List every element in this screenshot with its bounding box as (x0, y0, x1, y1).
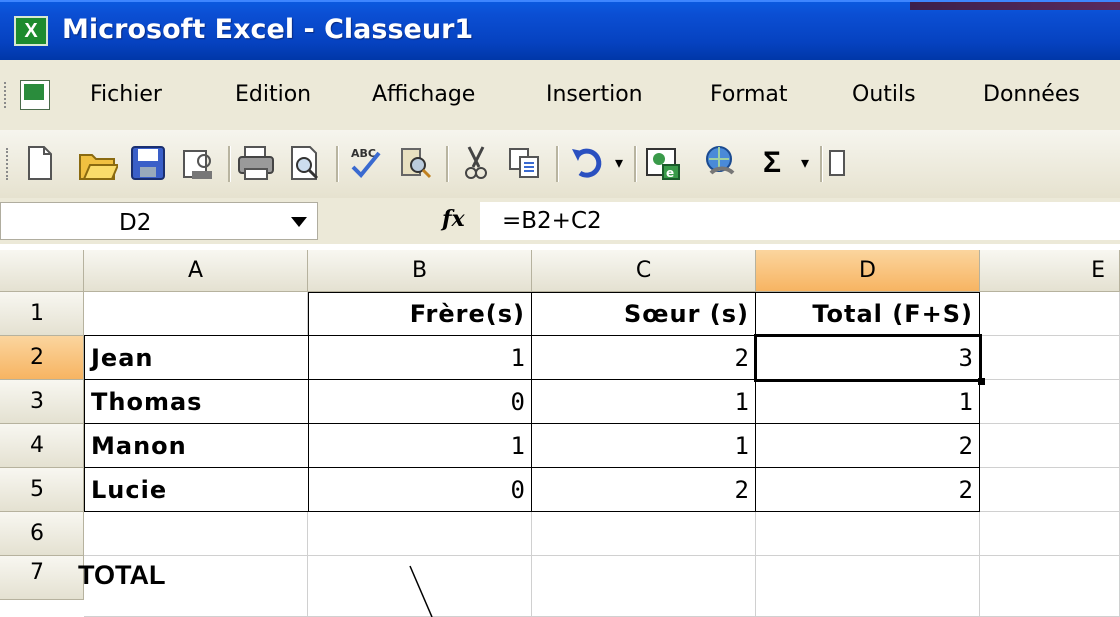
toolbar-separator (228, 146, 231, 182)
total-label: TOTAL (78, 560, 166, 590)
hyperlink-globe-icon[interactable] (700, 142, 740, 184)
row-header-5[interactable]: 5 (0, 468, 84, 512)
cell-a5[interactable]: Lucie (84, 467, 309, 512)
formula-text: =B2+C2 (502, 208, 602, 234)
row-header-2[interactable]: 2 (0, 336, 84, 380)
undo-dropdown[interactable]: ▾ (610, 142, 628, 184)
name-box-value: D2 (119, 210, 152, 236)
cell-a1[interactable] (84, 292, 308, 336)
toolbar-separator (634, 146, 637, 182)
cell-e3[interactable] (980, 380, 1120, 424)
permission-icon[interactable] (178, 142, 218, 184)
select-all-corner[interactable] (0, 250, 84, 292)
title-bar-corner (910, 2, 1120, 10)
row-header-7[interactable]: 7 (0, 556, 84, 600)
autosum-icon[interactable]: Σ (752, 142, 792, 184)
menu-bar: Fichier Edition Affichage Insertion Form… (0, 60, 1120, 130)
column-header-a[interactable]: A (84, 250, 308, 292)
name-box[interactable]: D2 (0, 202, 318, 240)
cell-d7[interactable] (756, 556, 980, 617)
cell-e1[interactable] (980, 292, 1120, 336)
menu-fichier[interactable]: Fichier (90, 82, 162, 107)
cell-b2[interactable]: 1 (308, 335, 532, 380)
insert-hyperlink-icon[interactable]: e (644, 142, 684, 184)
annotation-line (409, 565, 433, 617)
column-header-d[interactable]: D (756, 250, 980, 292)
cell-e5[interactable] (980, 468, 1120, 512)
menu-edition[interactable]: Edition (235, 82, 311, 107)
open-icon[interactable] (78, 142, 118, 184)
name-box-dropdown-icon[interactable] (287, 213, 311, 231)
row-header-1[interactable]: 1 (0, 292, 84, 336)
window-title: Microsoft Excel - Classeur1 (62, 14, 474, 45)
column-header-e[interactable]: E (980, 250, 1120, 292)
standard-toolbar: ABC ▾ e Σ ▾ (0, 130, 1120, 199)
formula-bar: D2 fx =B2+C2 (0, 198, 1120, 244)
menu-format[interactable]: Format (710, 82, 788, 107)
row-header-6[interactable]: 6 (0, 512, 84, 556)
toolbar-separator (556, 146, 559, 182)
cell-c3[interactable]: 1 (531, 379, 756, 424)
toolbar-separator (820, 146, 823, 182)
worksheet-grid: A B C D E 1 2 3 4 5 6 7 Frère(s) Sœur (s… (0, 250, 1120, 617)
cell-b3[interactable]: 0 (308, 379, 532, 424)
menu-grip[interactable] (4, 82, 9, 108)
sort-icon[interactable] (826, 142, 846, 184)
research-icon[interactable] (396, 142, 436, 184)
column-header-b[interactable]: B (308, 250, 532, 292)
cell-c4[interactable]: 1 (531, 423, 756, 468)
cell-c2[interactable]: 2 (531, 335, 756, 380)
menu-insertion[interactable]: Insertion (546, 82, 643, 107)
cell-d3[interactable]: 1 (755, 379, 980, 424)
active-cell-selection (754, 334, 982, 382)
spelling-icon[interactable]: ABC (346, 142, 386, 184)
menu-donnees[interactable]: Données (983, 82, 1080, 107)
cell-c7[interactable] (532, 556, 756, 617)
workbook-icon[interactable] (20, 80, 50, 110)
cell-a3[interactable]: Thomas (84, 379, 309, 424)
cell-a6[interactable] (84, 512, 308, 556)
cell-c1[interactable]: Sœur (s) (531, 292, 756, 336)
save-icon[interactable] (128, 142, 168, 184)
cell-e2[interactable] (980, 336, 1120, 380)
cell-e4[interactable] (980, 424, 1120, 468)
cell-d6[interactable] (756, 512, 980, 556)
cell-c6[interactable] (532, 512, 756, 556)
cell-e7[interactable] (980, 556, 1120, 617)
row-header-4[interactable]: 4 (0, 424, 84, 468)
new-icon[interactable] (20, 142, 60, 184)
column-header-c[interactable]: C (532, 250, 756, 292)
title-bar: X Microsoft Excel - Classeur1 (0, 0, 1120, 60)
menu-outils[interactable]: Outils (852, 82, 916, 107)
cell-a2[interactable]: Jean (84, 335, 309, 380)
cell-c5[interactable]: 2 (531, 467, 756, 512)
cell-b4[interactable]: 1 (308, 423, 532, 468)
cell-b6[interactable] (308, 512, 532, 556)
autosum-dropdown[interactable]: ▾ (796, 142, 814, 184)
cell-b5[interactable]: 0 (308, 467, 532, 512)
svg-text:e: e (666, 166, 674, 180)
cell-d4[interactable]: 2 (755, 423, 980, 468)
fill-handle[interactable] (978, 378, 985, 385)
toolbar-separator (446, 146, 449, 182)
print-icon[interactable] (236, 142, 276, 184)
toolbar-grip[interactable] (6, 148, 11, 180)
cut-icon[interactable] (456, 142, 496, 184)
menu-affichage[interactable]: Affichage (372, 82, 475, 107)
cell-e6[interactable] (980, 512, 1120, 556)
copy-icon[interactable] (504, 142, 544, 184)
print-preview-icon[interactable] (286, 142, 326, 184)
insert-function-icon[interactable]: fx (442, 206, 465, 232)
row-header-3[interactable]: 3 (0, 380, 84, 424)
cell-b1[interactable]: Frère(s) (308, 292, 532, 336)
cell-d5[interactable]: 2 (755, 467, 980, 512)
undo-icon[interactable] (566, 142, 606, 184)
cell-d1[interactable]: Total (F+S) (755, 292, 980, 336)
cell-a4[interactable]: Manon (84, 423, 309, 468)
toolbar-separator (336, 146, 339, 182)
formula-input[interactable]: =B2+C2 (480, 202, 1120, 240)
svg-text:ABC: ABC (351, 147, 376, 160)
excel-app-icon[interactable]: X (14, 16, 48, 46)
